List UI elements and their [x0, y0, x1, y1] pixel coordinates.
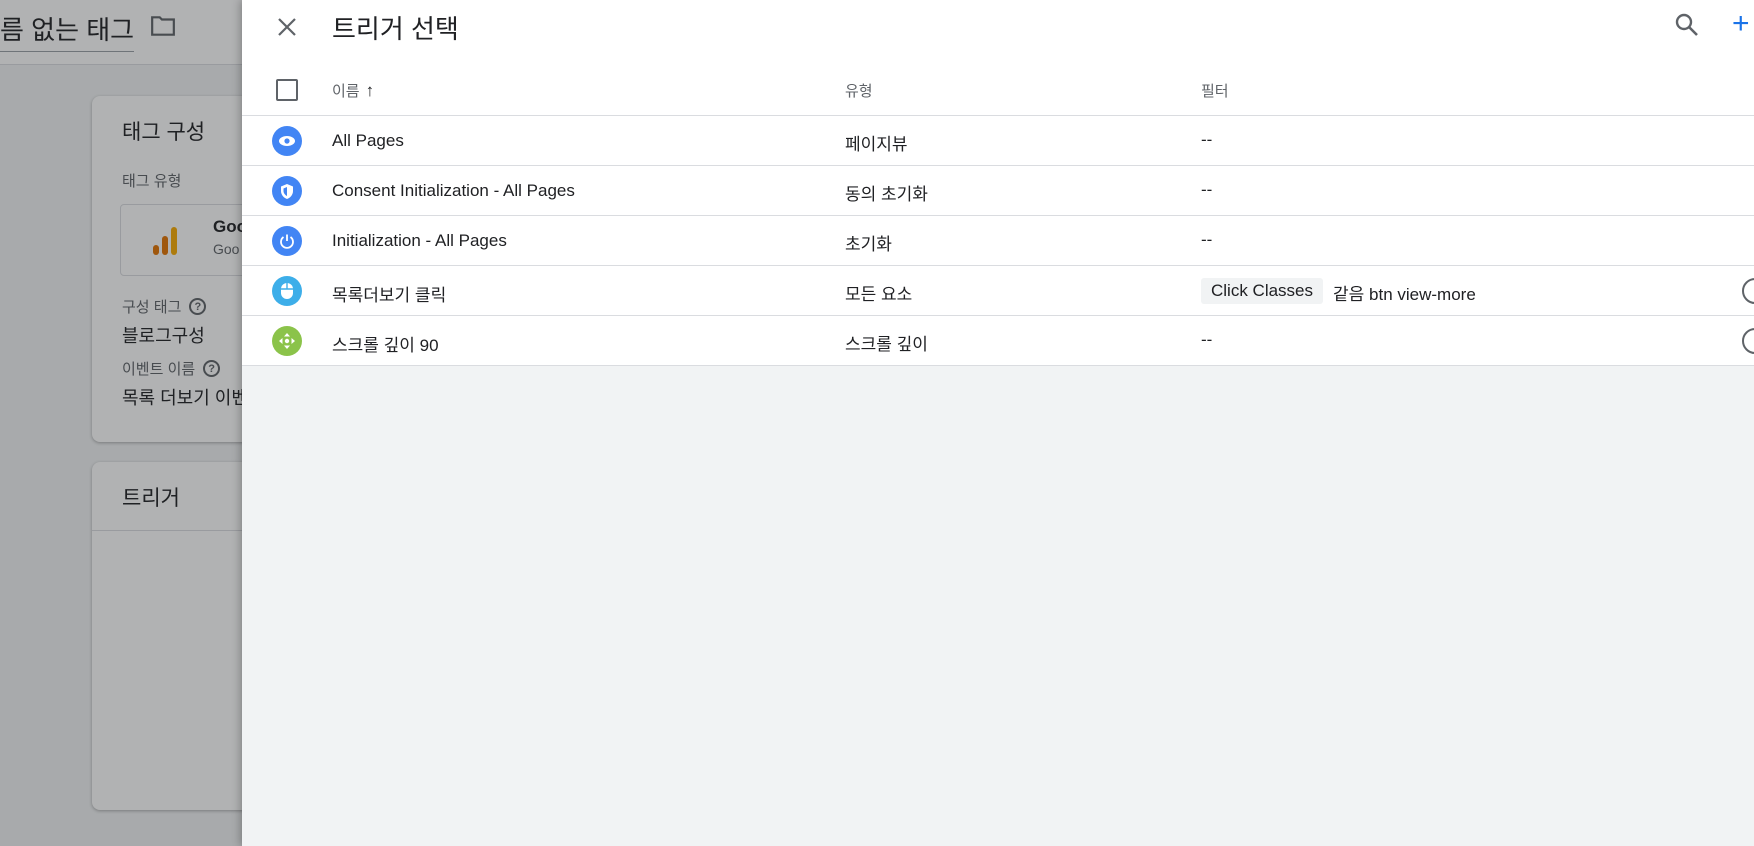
trigger-name: Consent Initialization - All Pages [332, 181, 575, 200]
trigger-name: All Pages [332, 131, 404, 150]
trigger-filter: -- [1201, 180, 1213, 199]
power-icon [272, 226, 302, 256]
shield-icon [272, 176, 302, 206]
table-row[interactable]: 목록더보기 클릭 모든 요소 Click Classes 같음 btn view… [242, 266, 1754, 316]
table-row[interactable]: Initialization - All Pages 초기화 -- [242, 216, 1754, 266]
sort-arrow-up-icon: ↑ [365, 80, 375, 100]
trigger-type: 모든 요소 [845, 285, 913, 304]
trigger-select-panel: 트리거 선택 + 이름 ↑ 유형 필터 All Pages 페이지뷰 -- Co… [242, 0, 1754, 846]
table-header: 이름 ↑ 유형 필터 [242, 56, 1754, 116]
trigger-type: 스크롤 깊이 [845, 335, 928, 354]
mouse-icon [272, 276, 302, 306]
panel-header: 트리거 선택 + [242, 0, 1754, 56]
select-all-checkbox[interactable] [276, 79, 298, 101]
trigger-name: 목록더보기 클릭 [332, 286, 447, 305]
trigger-filter: Click Classes 같음 btn view-more [1201, 277, 1476, 305]
trigger-name: 스크롤 깊이 90 [332, 336, 439, 355]
close-icon [278, 18, 296, 36]
table-row[interactable]: All Pages 페이지뷰 -- [242, 116, 1754, 166]
trigger-type: 페이지뷰 [845, 135, 908, 154]
column-header-type[interactable]: 유형 [845, 80, 873, 101]
trigger-table: 이름 ↑ 유형 필터 All Pages 페이지뷰 -- Consent Ini… [242, 56, 1754, 366]
table-row[interactable]: Consent Initialization - All Pages 동의 초기… [242, 166, 1754, 216]
trigger-type: 초기화 [845, 235, 892, 254]
trigger-filter: -- [1201, 330, 1213, 349]
search-icon[interactable] [1672, 10, 1702, 40]
column-header-filter: 필터 [1201, 83, 1229, 100]
scroll-icon [272, 326, 302, 356]
row-info-icon[interactable] [1742, 328, 1754, 354]
column-header-name[interactable]: 이름 ↑ [332, 80, 374, 101]
trigger-name: Initialization - All Pages [332, 231, 507, 250]
table-row[interactable]: 스크롤 깊이 90 스크롤 깊이 -- [242, 316, 1754, 366]
trigger-filter: -- [1201, 230, 1213, 249]
row-info-icon[interactable] [1742, 278, 1754, 304]
column-name-label: 이름 [332, 83, 360, 100]
eye-icon [272, 126, 302, 156]
panel-title: 트리거 선택 [332, 14, 459, 44]
trigger-type: 동의 초기화 [845, 185, 928, 204]
close-button[interactable] [272, 12, 302, 42]
trigger-filter: -- [1201, 130, 1213, 149]
add-trigger-button[interactable]: + [1732, 6, 1754, 42]
filter-variable-chip: Click Classes [1201, 277, 1324, 304]
filter-condition: 같음 btn view-more [1333, 285, 1476, 304]
